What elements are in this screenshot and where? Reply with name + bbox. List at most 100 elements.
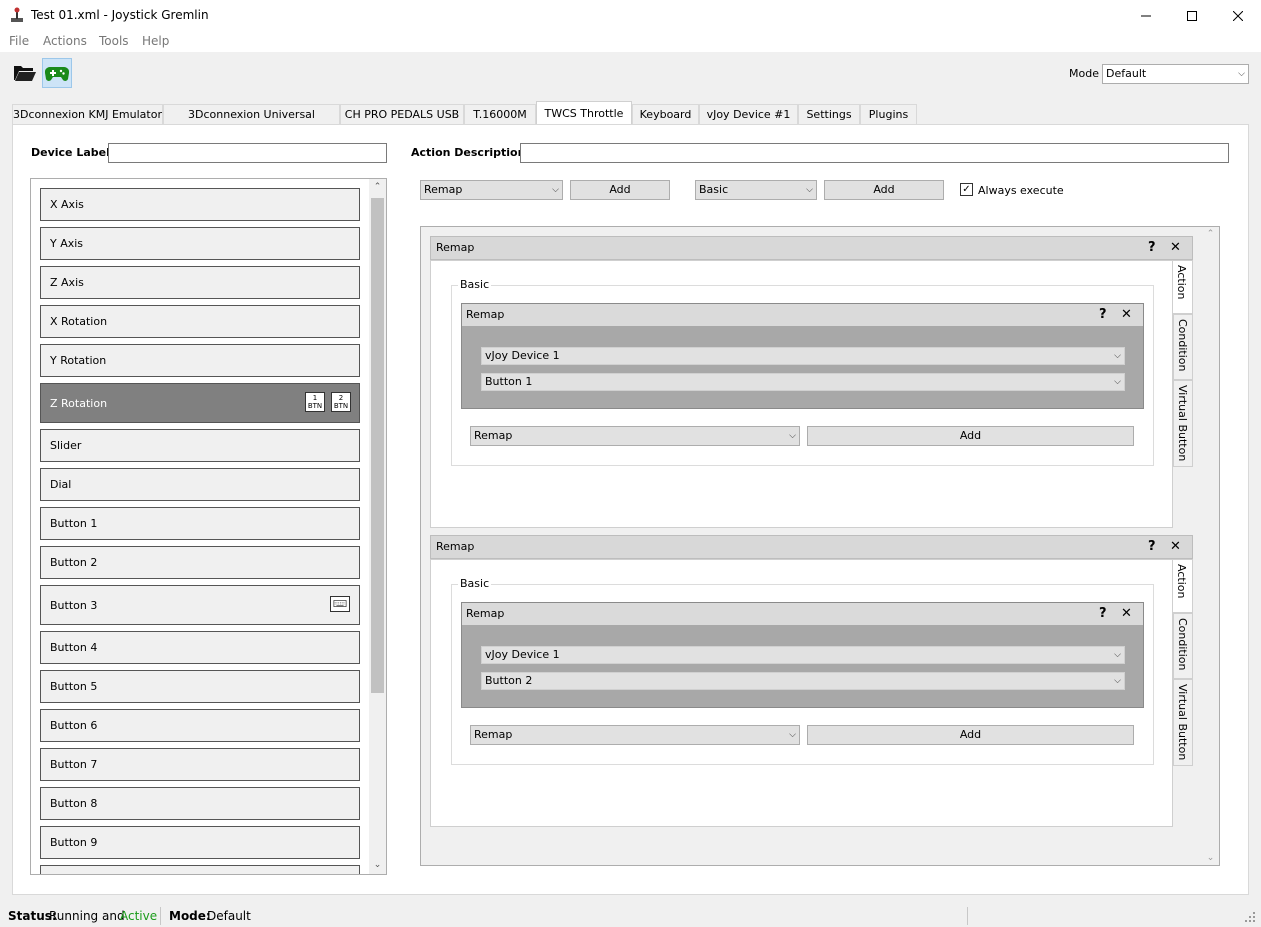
list-item[interactable]: Button 7 bbox=[40, 748, 360, 781]
menu-help[interactable]: Help bbox=[142, 34, 169, 48]
vjoy-device-value: vJoy Device 1 bbox=[485, 349, 560, 362]
scroll-down-icon[interactable]: ⌄ bbox=[369, 857, 386, 874]
minimize-button[interactable] bbox=[1123, 0, 1169, 31]
basic-group: Basic Remap ? ✕ vJoy Device 1 ⌵ Button 2 ⌵… bbox=[451, 577, 1154, 765]
always-execute-checkbox[interactable]: ✓ bbox=[960, 183, 973, 196]
gamepad-icon bbox=[45, 66, 69, 81]
maximize-button[interactable] bbox=[1169, 0, 1215, 31]
close-icon[interactable]: ✕ bbox=[1121, 603, 1132, 625]
vjoy-device-select[interactable]: vJoy Device 1 ⌵ bbox=[481, 347, 1125, 365]
remap-action-title: Remap bbox=[466, 308, 505, 321]
menu-actions[interactable]: Actions bbox=[43, 34, 87, 48]
help-icon[interactable]: ? bbox=[1099, 304, 1107, 326]
device-label-input[interactable] bbox=[108, 143, 387, 163]
list-item[interactable]: Y Axis bbox=[40, 227, 360, 260]
action-description-input[interactable] bbox=[520, 143, 1229, 163]
list-item[interactable]: Dial bbox=[40, 468, 360, 501]
vjoy-button-value: Button 1 bbox=[485, 375, 533, 388]
tab-vjoy-device[interactable]: vJoy Device #1 bbox=[699, 104, 798, 125]
vtab-virtual-button[interactable]: Virtual Button bbox=[1173, 679, 1193, 766]
mode-select[interactable]: Default ⌵ bbox=[1102, 64, 1249, 84]
open-file-button[interactable] bbox=[10, 58, 40, 88]
add-action-select-value: Remap bbox=[474, 728, 513, 741]
tab-t16000m[interactable]: T.16000M bbox=[464, 104, 536, 125]
scroll-up-icon[interactable]: ⌃ bbox=[369, 179, 386, 196]
vtab-condition[interactable]: Condition bbox=[1173, 613, 1193, 679]
list-item-label: X Axis bbox=[50, 198, 84, 211]
action-type-select[interactable]: Remap ⌵ bbox=[420, 180, 563, 200]
scroll-down-icon[interactable]: ⌄ bbox=[1202, 853, 1219, 863]
action-area-scrollbar[interactable]: ⌃ ⌄ bbox=[1202, 227, 1219, 865]
tab-3dconnexion-universal[interactable]: 3Dconnexion Universal Receiver bbox=[163, 104, 340, 140]
close-icon[interactable]: ✕ bbox=[1170, 536, 1181, 558]
minimize-icon bbox=[1141, 15, 1151, 16]
remap-action-header: Remap ? ✕ bbox=[462, 304, 1143, 326]
help-icon[interactable]: ? bbox=[1099, 603, 1107, 625]
help-icon[interactable]: ? bbox=[1148, 536, 1156, 558]
scrollbar-thumb[interactable] bbox=[371, 198, 384, 693]
group-title: Basic bbox=[458, 577, 492, 590]
list-item[interactable]: Button 9 bbox=[40, 826, 360, 859]
vtab-action[interactable]: Action bbox=[1173, 559, 1193, 613]
chevron-down-icon: ⌵ bbox=[1114, 650, 1121, 660]
chevron-down-icon: ⌵ bbox=[1238, 69, 1245, 79]
list-item[interactable]: Y Rotation bbox=[40, 344, 360, 377]
list-item-selected[interactable]: Z Rotation 1 BTN 2 BTN bbox=[40, 383, 360, 423]
list-item-partial[interactable] bbox=[40, 865, 360, 874]
action-description-caption: Action Description bbox=[411, 146, 526, 159]
vtab-virtual-button[interactable]: Virtual Button bbox=[1173, 380, 1193, 467]
virtual-button-1-icon: 1 BTN bbox=[305, 392, 325, 412]
add-button[interactable]: Add bbox=[807, 426, 1134, 446]
chevron-down-icon: ⌵ bbox=[1114, 351, 1121, 361]
menu-tools[interactable]: Tools bbox=[99, 34, 129, 48]
status-mode-value: Default bbox=[207, 909, 251, 923]
vjoy-button-select[interactable]: Button 2 ⌵ bbox=[481, 672, 1125, 690]
virtual-button-2-icon: 2 BTN bbox=[331, 392, 351, 412]
close-icon[interactable]: ✕ bbox=[1170, 237, 1181, 259]
tab-ch-pro-pedals[interactable]: CH PRO PEDALS USB bbox=[340, 104, 464, 125]
list-item[interactable]: Button 1 bbox=[40, 507, 360, 540]
vtab-condition[interactable]: Condition bbox=[1173, 314, 1193, 380]
tab-keyboard[interactable]: Keyboard bbox=[632, 104, 699, 125]
add-action-button[interactable]: Add bbox=[570, 180, 670, 200]
status-divider bbox=[160, 907, 161, 925]
list-item[interactable]: Z Axis bbox=[40, 266, 360, 299]
list-item[interactable]: Button 6 bbox=[40, 709, 360, 742]
device-activity-button[interactable] bbox=[42, 58, 72, 88]
add-action-select[interactable]: Remap ⌵ bbox=[470, 725, 800, 745]
list-item-label: Button 6 bbox=[50, 719, 98, 732]
status-active: Active bbox=[120, 909, 158, 923]
container-title: Remap bbox=[436, 241, 475, 254]
add-action-select[interactable]: Remap ⌵ bbox=[470, 426, 800, 446]
list-item[interactable]: Button 2 bbox=[40, 546, 360, 579]
tab-twcs-throttle[interactable]: TWCS Throttle bbox=[536, 101, 632, 125]
tab-plugins[interactable]: Plugins bbox=[860, 104, 917, 125]
vjoy-device-select[interactable]: vJoy Device 1 ⌵ bbox=[481, 646, 1125, 664]
add-button[interactable]: Add bbox=[807, 725, 1134, 745]
help-icon[interactable]: ? bbox=[1148, 237, 1156, 259]
list-item-label: Slider bbox=[50, 439, 82, 452]
vjoy-button-select[interactable]: Button 1 ⌵ bbox=[481, 373, 1125, 391]
list-item[interactable]: X Rotation bbox=[40, 305, 360, 338]
list-item[interactable]: X Axis bbox=[40, 188, 360, 221]
list-item[interactable]: Slider bbox=[40, 429, 360, 462]
tab-settings[interactable]: Settings bbox=[798, 104, 860, 125]
list-item[interactable]: Button 4 bbox=[40, 631, 360, 664]
add-container-button[interactable]: Add bbox=[824, 180, 944, 200]
vtab-action[interactable]: Action bbox=[1173, 260, 1193, 314]
list-item-label: X Rotation bbox=[50, 315, 108, 328]
list-item[interactable]: Button 3 bbox=[40, 585, 360, 625]
resize-grip-icon[interactable] bbox=[1244, 911, 1256, 923]
input-list-scrollbar[interactable]: ⌃ ⌄ bbox=[369, 179, 386, 874]
close-icon[interactable]: ✕ bbox=[1121, 304, 1132, 326]
list-item-label: Button 7 bbox=[50, 758, 98, 771]
title-bar: Test 01.xml - Joystick Gremlin bbox=[0, 0, 1261, 31]
list-item[interactable]: Button 5 bbox=[40, 670, 360, 703]
scroll-up-icon[interactable]: ⌃ bbox=[1202, 229, 1219, 239]
list-item[interactable]: Button 8 bbox=[40, 787, 360, 820]
always-execute-label: Always execute bbox=[978, 184, 1064, 197]
container-type-select[interactable]: Basic ⌵ bbox=[695, 180, 817, 200]
menu-file[interactable]: File bbox=[9, 34, 29, 48]
tab-3dconnexion-kmj[interactable]: 3Dconnexion KMJ Emulator bbox=[12, 104, 163, 125]
close-window-button[interactable] bbox=[1215, 0, 1261, 31]
